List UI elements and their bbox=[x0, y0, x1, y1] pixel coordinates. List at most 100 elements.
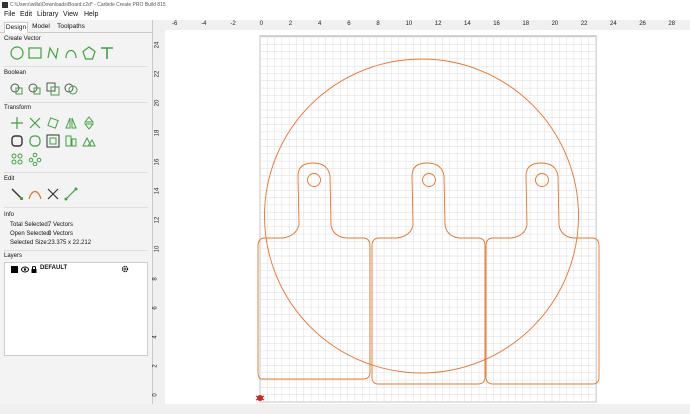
ruler-y-label: 0 bbox=[152, 393, 159, 398]
ruler-y-label: 16 bbox=[154, 158, 161, 166]
title-bar: C:\Users\willa\Downloads\Board.c2d* - Ca… bbox=[0, 0, 690, 10]
ruler-y-label: 6 bbox=[152, 306, 159, 310]
ruler-x-label: 18 bbox=[522, 21, 530, 27]
ruler-y-label: 12 bbox=[154, 216, 161, 224]
offset-icon[interactable] bbox=[10, 134, 24, 148]
info-total-selected: Total Selected: 7 Vectors bbox=[10, 222, 73, 228]
divider bbox=[4, 250, 148, 251]
circle-tool-icon[interactable] bbox=[10, 46, 24, 60]
scale-icon[interactable] bbox=[28, 116, 42, 130]
ruler-x-label: 2 bbox=[288, 21, 293, 27]
polyline-tool-icon[interactable] bbox=[46, 46, 60, 60]
inset-icon[interactable] bbox=[46, 134, 60, 148]
total-selected-label: Total Selected: bbox=[10, 222, 50, 228]
ruler-y-label: 22 bbox=[154, 70, 161, 78]
node-edit-icon[interactable] bbox=[10, 187, 24, 201]
ruler-y-label: 24 bbox=[154, 41, 161, 49]
menu-edit[interactable]: Edit bbox=[20, 10, 32, 20]
divider bbox=[4, 207, 148, 208]
design-canvas[interactable] bbox=[165, 30, 690, 404]
left-panel: Design Model Toolpaths Create Vector Boo… bbox=[0, 20, 153, 414]
grid bbox=[259, 35, 597, 403]
menu-bar: File Edit Library View Help bbox=[0, 10, 690, 20]
tab-toolpaths[interactable]: Toolpaths bbox=[56, 22, 86, 32]
ruler-x-label: 14 bbox=[464, 21, 471, 27]
lock-icon[interactable] bbox=[31, 266, 37, 273]
ruler-x-label: 26 bbox=[639, 21, 646, 27]
section-create-vector: Create Vector bbox=[4, 36, 41, 42]
menu-file[interactable]: File bbox=[4, 10, 15, 20]
selected-size-value: 23.375 x 22.212 bbox=[48, 240, 92, 246]
ruler-x-label: 6 bbox=[347, 21, 351, 27]
ruler-y-label: 14 bbox=[154, 187, 161, 195]
gear-icon[interactable] bbox=[121, 265, 129, 273]
curve-tool-icon[interactable] bbox=[64, 46, 78, 60]
ruler-y-label: 18 bbox=[154, 129, 161, 136]
divider bbox=[4, 102, 148, 103]
ruler-x-label: 24 bbox=[610, 21, 617, 27]
union-icon[interactable] bbox=[10, 82, 24, 96]
horizontal-scrollbar[interactable] bbox=[0, 404, 690, 414]
fillet-icon[interactable] bbox=[28, 134, 42, 148]
ruler-x-label: 4 bbox=[318, 21, 322, 27]
ruler-x-label: 0 bbox=[259, 21, 263, 27]
info-selected-size: Selected Size: 23.375 x 22.212 bbox=[10, 240, 91, 246]
intersect-icon[interactable] bbox=[46, 82, 60, 96]
menu-library[interactable]: Library bbox=[37, 10, 58, 20]
distribute-icon[interactable] bbox=[82, 134, 96, 148]
tab-model[interactable]: Model bbox=[30, 22, 52, 32]
menu-help[interactable]: Help bbox=[84, 10, 98, 20]
circular-array-icon[interactable] bbox=[28, 152, 42, 166]
join-icon[interactable] bbox=[64, 187, 78, 201]
flip-icon[interactable] bbox=[82, 116, 96, 130]
canvas-drawing[interactable] bbox=[165, 30, 690, 404]
ruler-x-label: -2 bbox=[230, 21, 236, 27]
ruler-x-label: 8 bbox=[376, 21, 380, 27]
ruler-x-label: 10 bbox=[405, 21, 413, 27]
app-logo-icon bbox=[2, 2, 8, 8]
ruler-x-label: -4 bbox=[201, 21, 207, 27]
rectangle-tool-icon[interactable] bbox=[28, 46, 42, 60]
window-title: C:\Users\willa\Downloads\Board.c2d* - Ca… bbox=[10, 2, 166, 8]
selected-size-label: Selected Size: bbox=[10, 240, 49, 246]
tab-bar: Design Model Toolpaths bbox=[0, 20, 152, 33]
ruler-x-label: 20 bbox=[551, 21, 559, 27]
layer-name: DEFAULT bbox=[40, 265, 68, 271]
text-tool-icon[interactable] bbox=[100, 46, 114, 60]
move-icon[interactable] bbox=[10, 116, 24, 130]
subtract-icon[interactable] bbox=[28, 82, 42, 96]
section-layers: Layers bbox=[4, 253, 23, 259]
layer-color-swatch[interactable] bbox=[11, 266, 18, 273]
smooth-curve-icon[interactable] bbox=[28, 187, 42, 201]
ruler-x-label: 28 bbox=[668, 21, 676, 27]
layer-row-default[interactable]: DEFAULT bbox=[7, 265, 145, 274]
weld-icon[interactable] bbox=[64, 82, 78, 96]
rotate-icon[interactable] bbox=[46, 116, 60, 130]
section-info: Info bbox=[4, 212, 15, 218]
trim-icon[interactable] bbox=[46, 187, 60, 201]
left-ruler: 24 22 20 18 16 14 12 10 8 6 4 2 0 bbox=[153, 30, 165, 404]
ruler-x-label: 16 bbox=[493, 21, 500, 27]
section-edit: Edit bbox=[4, 176, 15, 182]
polygon-tool-icon[interactable] bbox=[82, 46, 96, 60]
tab-design[interactable]: Design bbox=[4, 22, 28, 33]
info-open-selected: Open Selected: 0 Vectors bbox=[10, 231, 73, 237]
top-ruler: -6 -4 -2 0 2 4 6 8 10 12 14 16 18 20 22 24 26 28 bbox=[165, 20, 690, 30]
divider bbox=[4, 172, 148, 173]
total-selected-value: 7 Vectors bbox=[48, 222, 74, 228]
open-selected-value: 0 Vectors bbox=[48, 231, 74, 237]
open-selected-label: Open Selected: bbox=[10, 231, 52, 237]
eye-icon[interactable] bbox=[21, 266, 29, 273]
section-transform: Transform bbox=[4, 105, 32, 111]
layers-list: DEFAULT bbox=[4, 262, 148, 356]
mirror-icon[interactable] bbox=[64, 116, 78, 130]
ruler-y-label: 4 bbox=[152, 335, 159, 339]
ruler-x-label: 12 bbox=[434, 21, 442, 27]
ruler-x-label: -6 bbox=[172, 21, 178, 27]
ruler-y-label: 10 bbox=[154, 246, 161, 253]
menu-view[interactable]: View bbox=[63, 10, 78, 20]
ruler-y-label: 20 bbox=[154, 100, 161, 107]
array-icon[interactable] bbox=[10, 152, 24, 166]
divider bbox=[4, 66, 148, 67]
align-icon[interactable] bbox=[64, 134, 78, 148]
